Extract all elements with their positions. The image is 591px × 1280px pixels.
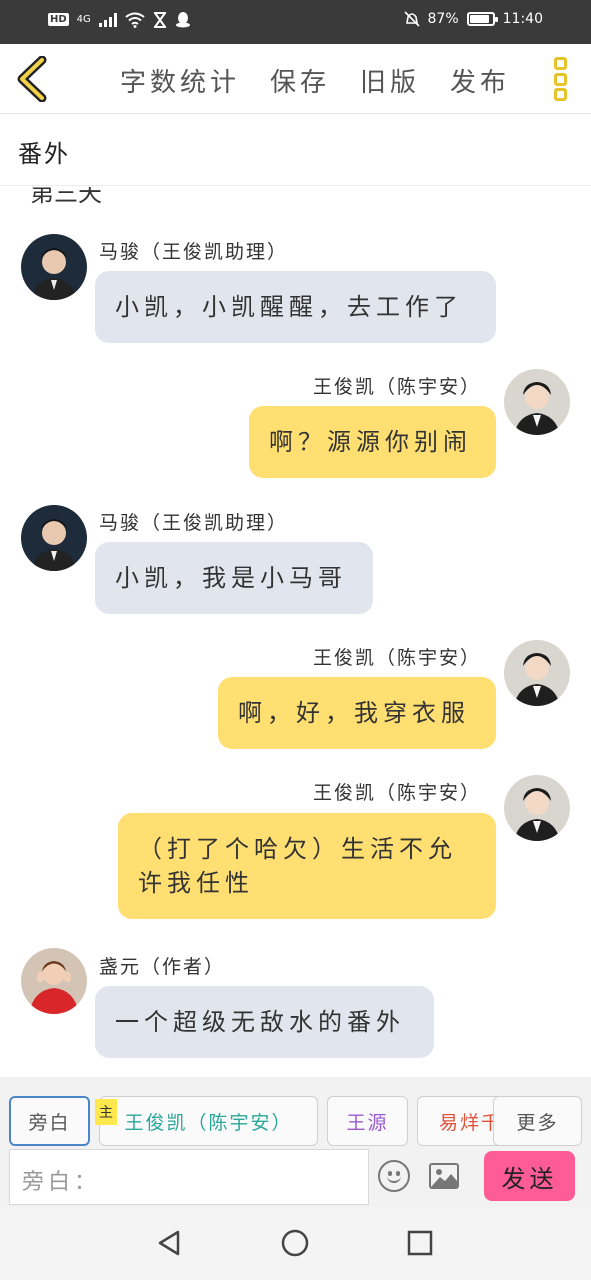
send-button[interactable]: 发送 (484, 1151, 575, 1201)
avatar[interactable] (21, 948, 87, 1014)
qq-icon (175, 12, 190, 28)
battery-percent: 87% (427, 11, 459, 27)
editor-header: 字数统计 保存 旧版 发布 (0, 44, 591, 114)
network-type: 4G (76, 14, 91, 25)
status-bar: HD 4G 87% 11:40 (0, 0, 591, 44)
chapter-title-bar[interactable]: 番外 (0, 114, 591, 186)
header-menu: 字数统计 保存 旧版 发布 (120, 62, 510, 99)
avatar[interactable] (21, 234, 87, 300)
recents-square-icon[interactable] (407, 1229, 433, 1257)
sender-name: 马骏（王俊凯助理） (99, 241, 289, 263)
role-main[interactable]: 王俊凯（陈宇安） (99, 1096, 318, 1146)
avatar[interactable] (21, 505, 87, 571)
battery-icon (466, 12, 498, 26)
chat-bubble[interactable]: 啊，好，我穿衣服 (218, 677, 496, 749)
sender-name: 王俊凯（陈宇安） (312, 782, 481, 804)
old-version-button[interactable]: 旧版 (360, 62, 420, 99)
chevron-left-icon (17, 55, 47, 103)
avatar[interactable] (504, 775, 570, 841)
avatar[interactable] (504, 640, 570, 706)
chat-area[interactable]: 第三天 马骏（王俊凯助理） 小凯，小凯醒醒，去工作了 王俊凯（陈宇安） 啊？源源… (0, 187, 591, 1075)
role-selector-bar: 旁白 王俊凯（陈宇安） 王源 易烊千玺 更多 (0, 1077, 591, 1149)
chat-bubble[interactable]: 小凯，小凯醒醒，去工作了 (95, 271, 496, 343)
more-roles-button[interactable]: 更多 (493, 1096, 582, 1146)
save-button[interactable]: 保存 (270, 62, 330, 99)
sender-name: 盏元（作者） (99, 956, 226, 978)
chat-bubble[interactable]: 一个超级无敌水的番外 (95, 986, 434, 1058)
chapter-title: 番外 (18, 140, 70, 168)
main-role-badge: 主 (95, 1099, 117, 1125)
back-triangle-icon[interactable] (156, 1229, 182, 1257)
chat-bubble[interactable]: （打了个哈欠）生活不允许我任性 (118, 813, 496, 919)
mute-bell-icon (403, 11, 420, 27)
sender-name: 马骏（王俊凯助理） (99, 512, 289, 534)
emoji-icon[interactable] (378, 1160, 410, 1192)
input-row: 旁白： 发送 (0, 1149, 591, 1207)
status-left: HD 4G (48, 11, 191, 28)
sender-name: 王俊凯（陈宇安） (312, 376, 481, 398)
chat-bubble[interactable]: 小凯，我是小马哥 (95, 542, 373, 614)
publish-button[interactable]: 发布 (450, 62, 510, 99)
hd-badge: HD (48, 13, 69, 26)
system-nav-bar (0, 1207, 591, 1280)
home-circle-icon[interactable] (281, 1229, 309, 1257)
signal-icon (98, 12, 117, 27)
partial-text: 第三天 (30, 187, 102, 207)
role-wangyuan[interactable]: 王源 (327, 1096, 408, 1146)
clock: 11:40 (502, 11, 543, 27)
back-button[interactable] (14, 55, 54, 103)
message-input[interactable]: 旁白： (9, 1149, 369, 1205)
hourglass-icon (153, 11, 166, 28)
sender-name: 王俊凯（陈宇安） (312, 647, 481, 669)
more-menu-icon[interactable] (549, 56, 571, 102)
wifi-icon (125, 12, 145, 28)
chat-bubble[interactable]: 啊？源源你别闹 (249, 406, 496, 478)
image-icon[interactable] (429, 1163, 459, 1189)
word-count-button[interactable]: 字数统计 (120, 62, 240, 99)
avatar[interactable] (504, 369, 570, 435)
role-narration[interactable]: 旁白 (9, 1096, 90, 1146)
status-right: 87% 11:40 (403, 11, 543, 27)
